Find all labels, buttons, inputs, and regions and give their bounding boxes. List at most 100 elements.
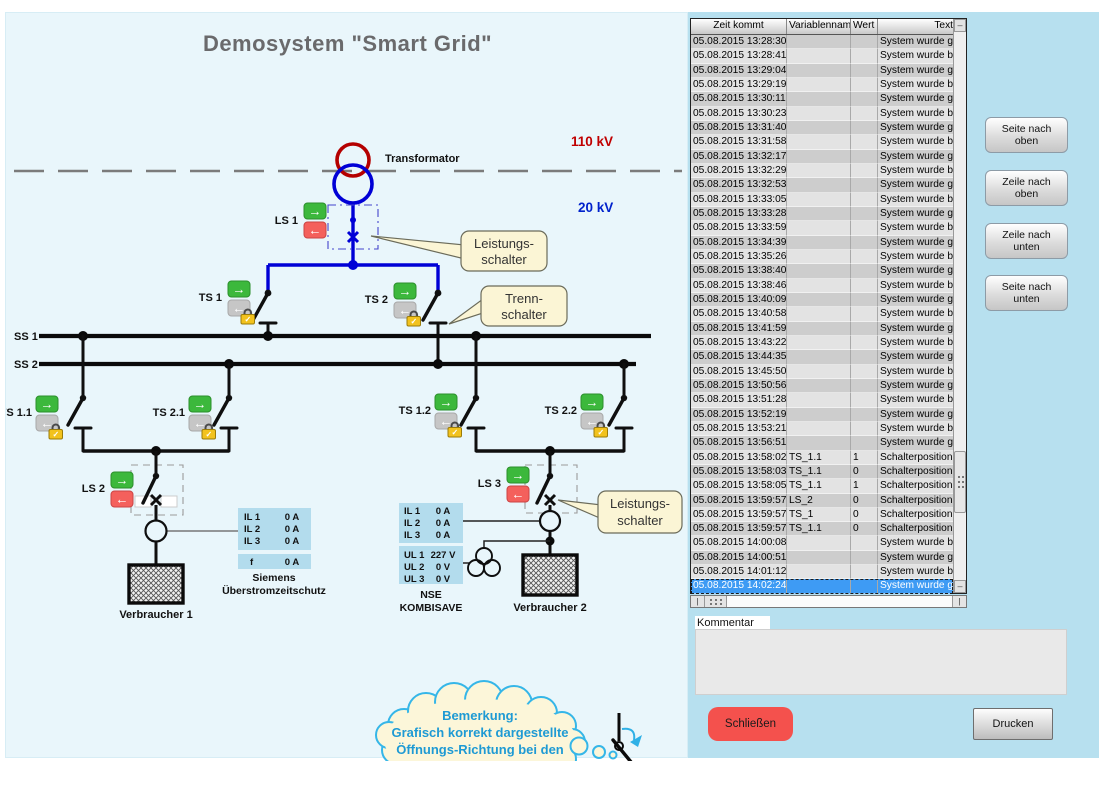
log-cell (851, 107, 878, 121)
current-transformer-icon (146, 521, 167, 542)
column-header-text[interactable]: Text (878, 19, 953, 34)
print-button[interactable]: Drucken (973, 708, 1053, 740)
hscroll-track[interactable] (727, 596, 952, 607)
log-cell (787, 336, 851, 350)
log-row[interactable]: 05.08.2015 13:59:57TS_1.10Schalterpositi… (691, 522, 953, 536)
log-row[interactable]: 05.08.2015 13:43:22System wurde beend (691, 336, 953, 350)
scrollbar-split-top-icon[interactable]: – (954, 19, 966, 32)
log-cell (787, 64, 851, 78)
vertical-scrollbar[interactable]: – – (953, 19, 966, 593)
log-cell (787, 264, 851, 278)
log-row[interactable]: 05.08.2015 13:58:02TS_1.11Schalterpositi… (691, 451, 953, 465)
log-cell (787, 422, 851, 436)
hscroll-left-edge-icon[interactable]: | (691, 596, 705, 607)
log-row[interactable]: 05.08.2015 13:28:41System wurde beend (691, 49, 953, 63)
log-row[interactable]: 05.08.2015 13:40:09System wurde gestar (691, 293, 953, 307)
log-row[interactable]: 05.08.2015 14:00:51System wurde gestar (691, 551, 953, 565)
log-cell (787, 536, 851, 550)
log-row[interactable]: 05.08.2015 13:59:57LS_20Schalterposition… (691, 494, 953, 508)
disconnector-ts22-symbol[interactable] (609, 364, 632, 451)
disconnector-ts2-symbol[interactable] (423, 293, 446, 364)
log-row[interactable]: 05.08.2015 13:40:58System wurde beend (691, 307, 953, 321)
switch-label: LS 2 (82, 483, 105, 495)
line-up-button[interactable]: Zeile nach oben (985, 170, 1068, 206)
opening-direction-arrow-icon (622, 729, 634, 740)
log-cell: 05.08.2015 13:32:53 (691, 178, 787, 192)
log-row[interactable]: 05.08.2015 13:45:50System wurde beend (691, 365, 953, 379)
scrollbar-split-bottom-icon[interactable]: – (954, 580, 966, 593)
log-row[interactable]: 05.08.2015 13:58:05TS_1.11Schalterpositi… (691, 479, 953, 493)
disconnector-ts11-symbol[interactable] (68, 336, 91, 451)
disconnector-ts21-symbol[interactable] (214, 364, 237, 451)
log-cell (851, 92, 878, 106)
log-cell: System wurde gestar (878, 178, 953, 192)
log-row[interactable]: 05.08.2015 13:38:46System wurde beend (691, 279, 953, 293)
log-cell: 05.08.2015 13:56:51 (691, 436, 787, 450)
log-row[interactable]: 05.08.2015 14:00:08System wurde beend (691, 536, 953, 550)
log-cell (851, 49, 878, 63)
log-row[interactable]: 05.08.2015 13:35:26System wurde beend (691, 250, 953, 264)
breaker-ls2-symbol[interactable] (131, 451, 238, 565)
log-row[interactable]: 05.08.2015 13:30:11System wurde gestar (691, 92, 953, 106)
open-command-button-icon: → (233, 282, 246, 297)
log-cell (787, 207, 851, 221)
vertical-scrollbar-thumb[interactable] (954, 451, 966, 513)
log-row[interactable]: 05.08.2015 13:50:56System wurde gestar (691, 379, 953, 393)
horizontal-scrollbar[interactable]: | | (690, 595, 967, 608)
log-row[interactable]: 05.08.2015 13:31:58System wurde beend (691, 135, 953, 149)
log-row[interactable]: 05.08.2015 13:59:57TS_10Schalterposition… (691, 508, 953, 522)
log-row[interactable]: 05.08.2015 13:58:03TS_1.10Schalterpositi… (691, 465, 953, 479)
log-cell (851, 365, 878, 379)
log-cell: System wurde beend (878, 193, 953, 207)
log-row[interactable]: 05.08.2015 13:31:40System wurde gestar (691, 121, 953, 135)
log-row[interactable]: 05.08.2015 13:32:29System wurde beend (691, 164, 953, 178)
log-row[interactable]: 05.08.2015 13:30:23System wurde beend (691, 107, 953, 121)
log-cell: 05.08.2015 13:40:58 (691, 307, 787, 321)
log-cell (851, 35, 878, 49)
log-row[interactable]: 05.08.2015 14:01:12System wurde beend (691, 565, 953, 579)
close-command-button-icon: ← (309, 223, 322, 238)
column-header-zeit[interactable]: Zeit kommt (691, 19, 787, 34)
log-row[interactable]: 05.08.2015 13:51:28System wurde beend (691, 393, 953, 407)
load-box-icon (523, 555, 577, 595)
log-cell: System wurde beend (878, 164, 953, 178)
log-row[interactable]: 05.08.2015 13:33:28System wurde gestar (691, 207, 953, 221)
log-row[interactable]: 05.08.2015 13:32:53 System wurde gestar (691, 178, 953, 192)
page-down-button[interactable]: Seite nach unten (985, 275, 1068, 311)
log-row[interactable]: 05.08.2015 13:29:19System wurde beend (691, 78, 953, 92)
switch-ts12-controls: →←✓TS 1.2 (399, 394, 462, 437)
log-row[interactable]: 05.08.2015 14:02:24System wurde gestar (691, 579, 953, 593)
transformer-label: Transformator (385, 153, 460, 165)
log-cell (851, 379, 878, 393)
column-header-wert[interactable]: Wert (851, 19, 878, 34)
kommentar-input[interactable] (695, 629, 1067, 695)
line-down-button[interactable]: Zeile nach unten (985, 223, 1068, 259)
column-header-variablenname[interactable]: Variablenname (787, 19, 851, 34)
disconnector-ts1-symbol[interactable] (253, 293, 276, 336)
log-row[interactable]: 05.08.2015 13:34:39System wurde gestar (691, 236, 953, 250)
log-cell: 05.08.2015 13:28:41 (691, 49, 787, 63)
log-row[interactable]: 05.08.2015 13:33:59System wurde beend (691, 221, 953, 235)
page-up-button[interactable]: Seite nach oben (985, 117, 1068, 153)
log-row[interactable]: 05.08.2015 13:56:51System wurde gestar (691, 436, 953, 450)
log-row[interactable]: 05.08.2015 13:53:21System wurde beend (691, 422, 953, 436)
log-cell: 0 (851, 508, 878, 522)
log-row[interactable]: 05.08.2015 13:32:17System wurde gestar (691, 150, 953, 164)
log-cell: 05.08.2015 13:41:59 (691, 322, 787, 336)
horizontal-scrollbar-thumb[interactable] (705, 596, 727, 607)
log-cell (851, 150, 878, 164)
disconnector-ts12-symbol[interactable] (461, 336, 484, 451)
log-row[interactable]: 05.08.2015 13:41:59System wurde gestar (691, 322, 953, 336)
switch-ls2-controls: →←LS 2 (82, 472, 133, 507)
log-row[interactable]: 05.08.2015 13:52:19System wurde gestar (691, 408, 953, 422)
hscroll-right-edge-icon[interactable]: | (952, 596, 966, 607)
log-row[interactable]: 05.08.2015 13:28:30System wurde gestar (691, 35, 953, 49)
log-cell (851, 78, 878, 92)
log-row[interactable]: 05.08.2015 13:29:04System wurde gestar (691, 64, 953, 78)
log-row[interactable]: 05.08.2015 13:38:40System wurde gestar (691, 264, 953, 278)
meas-label: IL 1 (244, 512, 261, 523)
breaker-ls1-symbol[interactable] (328, 203, 378, 270)
close-button[interactable]: Schließen (708, 707, 793, 741)
log-row[interactable]: 05.08.2015 13:33:05System wurde beend (691, 193, 953, 207)
log-row[interactable]: 05.08.2015 13:44:35System wurde gestar (691, 350, 953, 364)
